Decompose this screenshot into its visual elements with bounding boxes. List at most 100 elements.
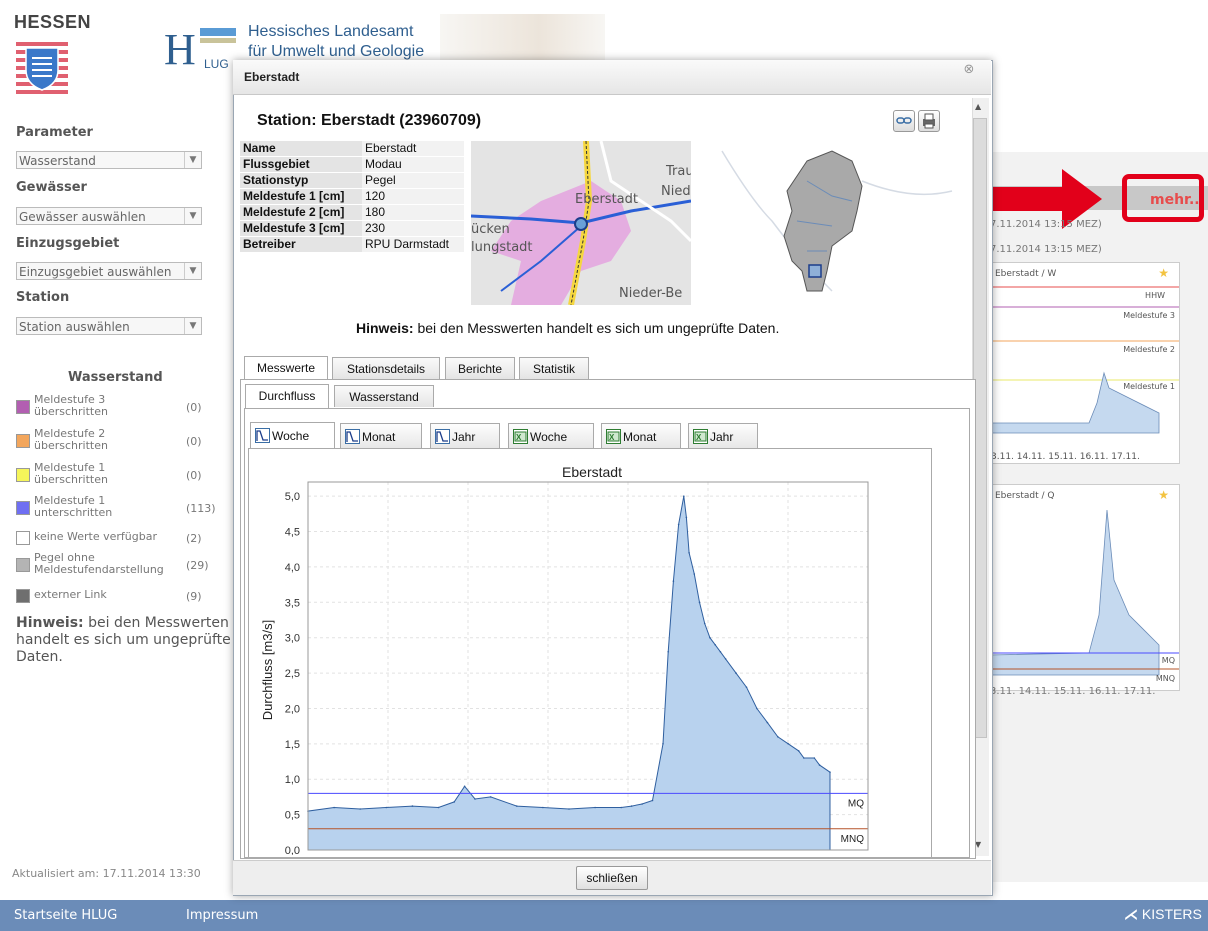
updated-timestamp: Aktualisiert am: 17.11.2014 13:30 (12, 867, 201, 880)
agency-line-2: für Umwelt und Geologie (248, 43, 425, 60)
legend-item[interactable]: Meldestufe 1 unterschritten (113) (16, 495, 226, 525)
tab-berichte[interactable]: Berichte (445, 357, 515, 379)
tab-chart-monat[interactable]: Monat (340, 423, 422, 449)
mini-line-label: HHW (1145, 291, 1165, 300)
print-button[interactable] (918, 110, 940, 132)
data-point (385, 806, 388, 809)
mini-chart-w[interactable]: Eberstadt / W ★ HHW Meldestufe 3 Meldest… (988, 262, 1180, 464)
data-point (787, 743, 789, 745)
tab-label: Jahr (452, 430, 476, 444)
data-point (516, 805, 518, 807)
y-tick-label: 2,5 (285, 668, 300, 680)
info-value: RPU Darmstadt (362, 236, 464, 253)
info-key: Meldestufe 1 [cm] (240, 188, 362, 205)
data-point (672, 580, 675, 582)
close-icon[interactable]: ⊗ (961, 62, 977, 78)
legend-label: Meldestufe 2 überschritten (34, 427, 108, 452)
line-chart-icon (255, 428, 270, 444)
station-heading: Station: Eberstadt (23960709) (257, 112, 482, 129)
tab-chart-woche[interactable]: Woche (250, 422, 335, 450)
legend-swatch (16, 558, 30, 572)
tab-excel-monat[interactable]: X Monat (601, 423, 681, 449)
sidebar-hinweis: Hinweis: bei den Messwerten handelt es s… (16, 615, 231, 666)
tab-label: Monat (362, 430, 396, 444)
info-key: Meldestufe 2 [cm] (240, 204, 362, 221)
tab-excel-jahr[interactable]: X Jahr (688, 423, 758, 449)
dialog-title: Eberstadt (244, 70, 300, 84)
data-point (620, 806, 622, 809)
mini-line-label: Meldestufe 3 (1123, 311, 1175, 320)
location-map-svg: Eberstadt Trau Nied ücken lungstadt Nied… (471, 141, 691, 305)
tab-statistik[interactable]: Statistik (519, 357, 589, 379)
legend-count: (9) (186, 590, 202, 603)
gewaesser-label: Gewässer (16, 180, 87, 195)
dialog-hinweis: Hinweis: bei den Messwerten handelt es s… (356, 320, 779, 336)
hessen-crest-icon (16, 38, 68, 100)
data-point (693, 573, 696, 575)
dialog-titlebar[interactable] (233, 60, 991, 95)
map-label: ücken (471, 222, 510, 237)
data-point (756, 707, 758, 710)
legend-count: (0) (186, 401, 202, 414)
legend-item[interactable]: Meldestufe 2 überschritten (0) (16, 428, 226, 458)
y-tick-label: 2,0 (285, 703, 300, 715)
data-point (463, 785, 466, 788)
impressum-link[interactable]: Impressum (186, 908, 258, 923)
data-point (698, 601, 701, 604)
legend-swatch (16, 501, 30, 515)
hinweis-text: bei den Messwerten handelt es sich um un… (413, 320, 780, 336)
star-icon: ★ (1158, 266, 1169, 280)
station-location-map[interactable]: Eberstadt Trau Nied ücken lungstadt Nied… (471, 141, 691, 305)
tab-stationsdetails[interactable]: Stationsdetails (332, 357, 440, 379)
legend-item[interactable]: Pegel ohne Meldestufendarstellung (29) (16, 552, 226, 582)
svg-text:LUG: LUG (204, 57, 229, 71)
legend-item[interactable]: externer Link (9) (16, 583, 226, 613)
legend-item[interactable]: Meldestufe 1 überschritten (0) (16, 462, 226, 492)
tab-label: Jahr (710, 430, 734, 444)
info-value: 180 (362, 204, 464, 221)
hlug-logo-icon: H LUG (164, 25, 236, 72)
scroll-up-icon[interactable]: ▲ (975, 102, 981, 111)
data-point (651, 799, 654, 802)
line-chart-icon (345, 429, 360, 445)
info-row: Meldestufe 2 [cm] 180 (240, 204, 464, 221)
overview-map-svg (721, 150, 953, 292)
data-point (474, 798, 476, 800)
svg-text:X: X (609, 433, 615, 442)
star-icon: ★ (1158, 488, 1169, 502)
data-point (724, 658, 727, 660)
station-select[interactable]: Station auswählen ▼ (16, 317, 202, 335)
tab-wasserstand[interactable]: Wasserstand (334, 385, 434, 407)
mini-line-label: Meldestufe 2 (1123, 345, 1175, 354)
legend-item[interactable]: Meldestufe 3 überschritten (0) (16, 394, 226, 424)
legend-count: (113) (186, 502, 216, 515)
data-point (818, 764, 821, 766)
data-point (437, 806, 440, 809)
info-row: Stationstyp Pegel (240, 172, 464, 189)
map-label: Eberstadt (575, 192, 638, 207)
parameter-select[interactable]: Wasserstand ▼ (16, 151, 202, 169)
gewaesser-select[interactable]: Gewässer auswählen ▼ (16, 207, 202, 225)
tab-label: Monat (623, 430, 657, 444)
info-row: Meldestufe 1 [cm] 120 (240, 188, 464, 205)
tab-durchfluss[interactable]: Durchfluss (245, 384, 329, 408)
map-label: Nied (661, 184, 691, 199)
legend-label: Meldestufe 3 überschritten (34, 393, 108, 418)
discharge-chart[interactable]: Eberstadt Durchfluss [m3/s] 0,0 0,5 1,0 1,5… (250, 455, 925, 855)
home-link[interactable]: Startseite HLUG (14, 908, 117, 923)
permalink-button[interactable] (893, 110, 915, 132)
hessen-overview-map[interactable] (712, 141, 960, 305)
close-dialog-button[interactable]: schließen (576, 866, 648, 890)
chevron-down-icon: ▼ (184, 208, 201, 224)
info-row: Meldestufe 3 [cm] 230 (240, 220, 464, 237)
tab-chart-jahr[interactable]: Jahr (430, 423, 500, 449)
tab-excel-woche[interactable]: X Woche (508, 423, 594, 449)
data-point (641, 803, 643, 805)
einzugsgebiet-select[interactable]: Einzugsgebiet auswählen ▼ (16, 262, 202, 280)
tab-messwerte[interactable]: Messwerte (244, 356, 328, 380)
chart-title: Eberstadt (562, 464, 622, 480)
legend-count: (2) (186, 532, 202, 545)
reference-line-label: MQ (848, 798, 864, 809)
mini-chart-q[interactable]: Eberstadt / Q ★ MQ MNQ (988, 484, 1180, 691)
data-point (677, 523, 680, 526)
